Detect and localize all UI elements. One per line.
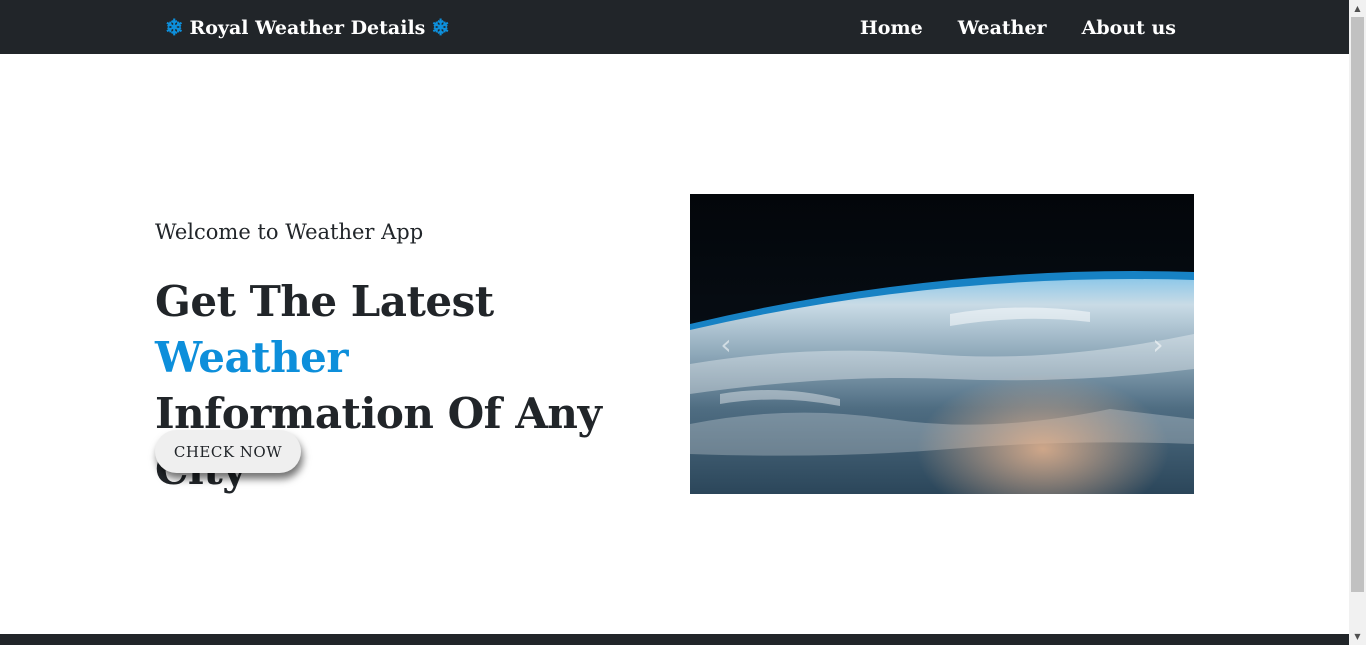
nav-links: Home Weather About us (860, 14, 1176, 42)
scrollbar[interactable]: ▲ ▼ (1349, 0, 1366, 645)
scroll-up-icon[interactable]: ▲ (1349, 0, 1366, 17)
check-now-button[interactable]: CHECK NOW (155, 430, 301, 473)
headline-part1: Get The Latest (155, 277, 494, 326)
carousel-prev-icon[interactable]: ‹ (706, 324, 746, 364)
hero-section: Welcome to Weather App Get The Latest We… (155, 216, 675, 498)
snowflake-icon: ❄ (431, 15, 450, 41)
welcome-text: Welcome to Weather App (155, 220, 424, 244)
nav-link-weather[interactable]: Weather (958, 14, 1047, 42)
footer (0, 634, 1349, 645)
scroll-thumb[interactable] (1351, 17, 1364, 592)
brand-title: Royal Weather Details (189, 17, 426, 39)
earth-from-space-image (690, 194, 1194, 494)
carousel-next-icon[interactable]: › (1138, 324, 1178, 364)
headline-accent: Weather (155, 333, 348, 382)
nav-link-about-us[interactable]: About us (1082, 14, 1176, 42)
brand-link[interactable]: ❄ Royal Weather Details ❄ (165, 14, 450, 42)
scroll-down-icon[interactable]: ▼ (1349, 628, 1366, 645)
snowflake-icon: ❄ (165, 15, 184, 41)
nav-link-home[interactable]: Home (860, 14, 923, 42)
navbar: ❄ Royal Weather Details ❄ Home Weather A… (0, 0, 1349, 54)
image-carousel: ‹ › (690, 194, 1194, 494)
